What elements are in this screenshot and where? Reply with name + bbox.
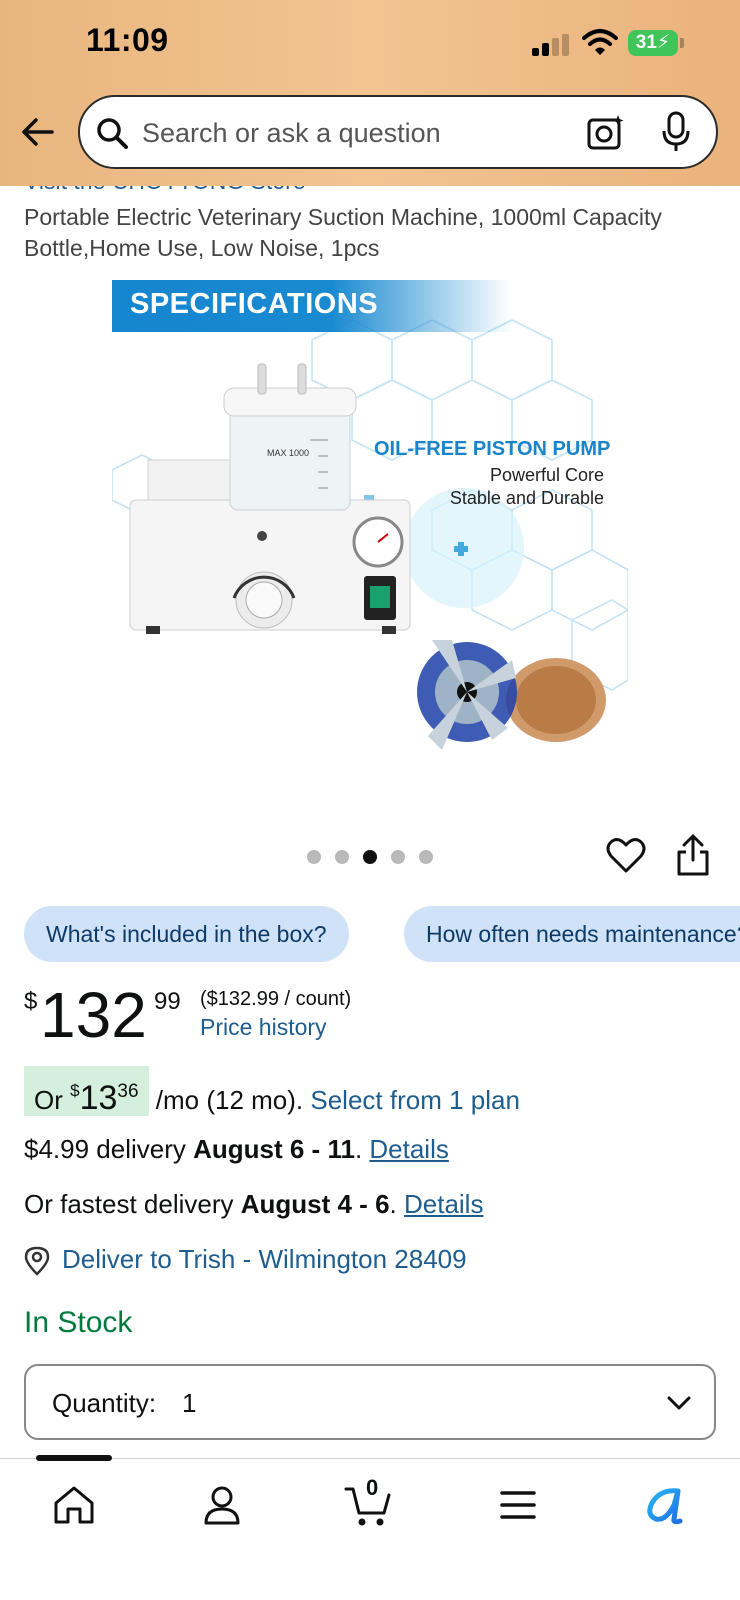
carousel-dot[interactable] (335, 850, 349, 864)
select-plan-link[interactable]: Select from 1 plan (310, 1085, 520, 1115)
spec-banner-text: SPECIFICATIONS (130, 288, 379, 320)
question-chip[interactable]: How often needs maintenance? (404, 906, 740, 962)
wifi-icon (582, 29, 618, 55)
quantity-label: Quantity: (52, 1388, 157, 1418)
battery-indicator: 31⚡ (628, 30, 684, 56)
quantity-select[interactable]: Quantity: 1 (24, 1364, 716, 1440)
product-title: Portable Electric Veterinary Suction Mac… (24, 204, 662, 261)
cart-button[interactable]: 0 (344, 1475, 392, 1529)
rufus-icon[interactable] (640, 1481, 688, 1529)
active-tab-indicator (36, 1455, 112, 1461)
search-input[interactable]: Search or ask a question (78, 95, 718, 169)
fastest-details-link[interactable]: Details (404, 1189, 483, 1219)
pump-headline: OIL-FREE PISTON PUMP (374, 438, 611, 460)
cellular-signal-icon (532, 34, 572, 56)
bottle-scale-label: MAX 1000 (267, 448, 309, 458)
price-whole: 132 (40, 979, 147, 1051)
share-icon[interactable] (676, 834, 710, 876)
search-icon (97, 118, 128, 149)
standard-delivery-dates: August 6 - 11 (193, 1134, 355, 1164)
camera-search-icon[interactable] (586, 113, 626, 153)
price-cents: 99 (154, 988, 181, 1015)
back-arrow-icon[interactable] (18, 112, 58, 152)
home-icon[interactable] (50, 1481, 98, 1529)
top-header: 11:09 31⚡ Search or ask a question (0, 0, 740, 186)
product-illustration: MAX 1000 (112, 319, 628, 750)
plan-terms: /mo (12 mo). (148, 1085, 311, 1115)
carousel-dot[interactable] (419, 850, 433, 864)
stock-status: In Stock (24, 1306, 133, 1339)
fastest-delivery-dates: August 4 - 6 (240, 1189, 390, 1219)
heart-icon[interactable] (606, 836, 646, 874)
search-placeholder: Search or ask a question (142, 118, 441, 148)
carousel-dot[interactable] (307, 850, 321, 864)
question-chip[interactable]: What's included in the box? (24, 906, 349, 962)
chevron-down-icon (667, 1396, 691, 1410)
price-history-link[interactable]: Price history (200, 1014, 327, 1041)
carousel-dot[interactable] (391, 850, 405, 864)
pump-feature-1: Powerful Core (489, 465, 604, 485)
menu-icon[interactable] (494, 1481, 542, 1529)
price-currency: $ (24, 988, 38, 1015)
microphone-icon[interactable] (660, 111, 692, 153)
quantity-value: 1 (182, 1388, 197, 1418)
account-icon[interactable] (198, 1481, 246, 1529)
standard-delivery: $4.99 delivery August 6 - 11. Details (24, 1134, 449, 1164)
delivery-details-link[interactable]: Details (369, 1134, 448, 1164)
location-pin-icon (24, 1246, 50, 1276)
carousel-indicator (307, 850, 437, 866)
plan-badge: Or $1336 (24, 1066, 149, 1117)
bottom-nav: 0 (0, 1455, 740, 1600)
carousel-dot-active[interactable] (363, 850, 377, 864)
cart-count: 0 (366, 1475, 379, 1500)
unit-price: ($132.99 / count) (200, 988, 352, 1010)
status-time: 11:09 (86, 22, 169, 58)
deliver-to-text: Deliver to Trish - Wilmington 28409 (62, 1244, 467, 1274)
product-image[interactable]: MAX 1000 SPECIFICATIONS OIL-FREE PISTON … (112, 280, 628, 790)
spec-banner: SPECIFICATIONS (112, 280, 512, 332)
payment-plan-row: Or $1336 /mo (12 mo). Select from 1 plan (24, 1066, 520, 1117)
pump-feature-2: Stable and Durable (449, 488, 604, 508)
fastest-delivery: Or fastest delivery August 4 - 6. Detail… (24, 1189, 484, 1219)
